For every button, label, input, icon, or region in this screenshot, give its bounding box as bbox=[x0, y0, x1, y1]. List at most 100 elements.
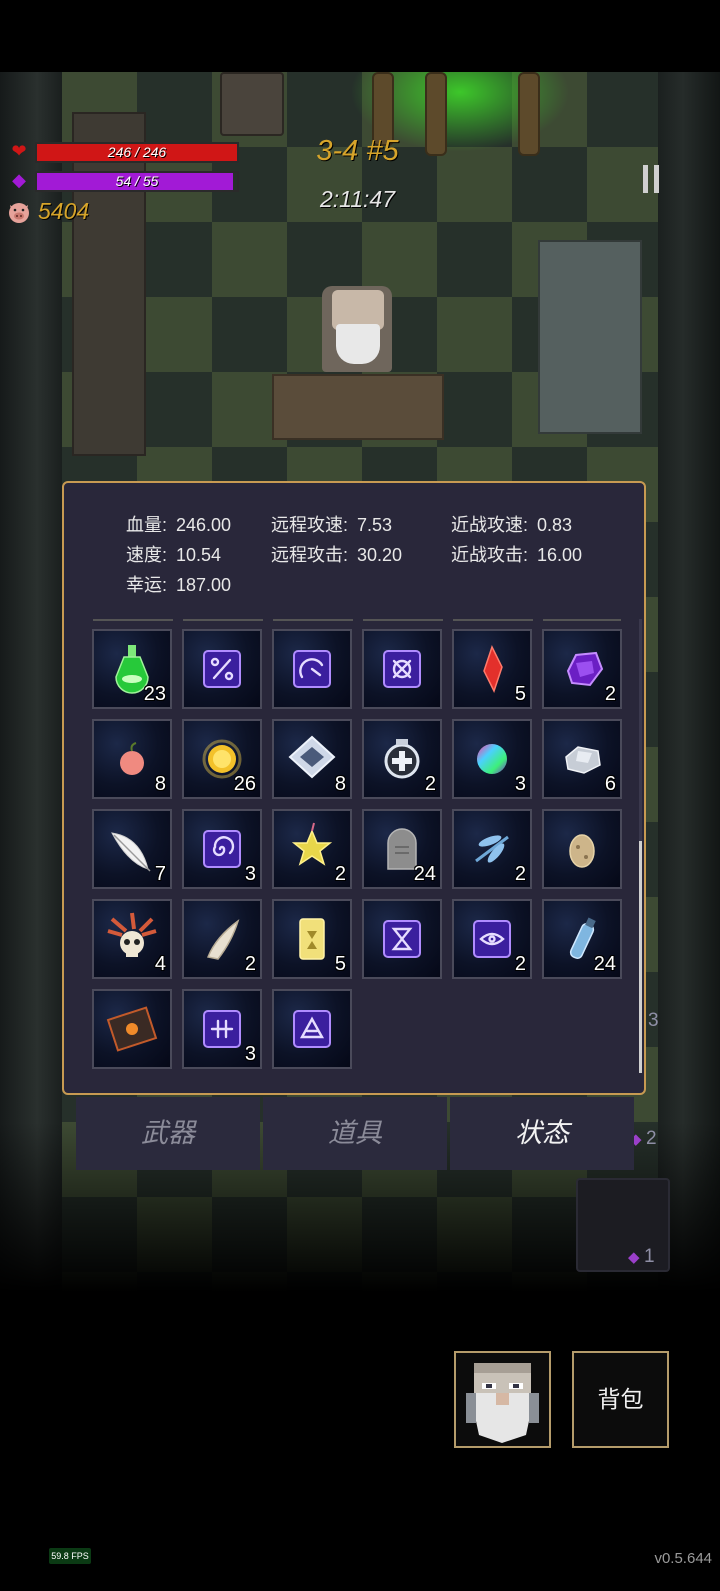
spellbook-icon bbox=[106, 1006, 158, 1052]
stat-melee-speed: 近战攻速: 0.83 bbox=[451, 511, 572, 537]
item-count: 8 bbox=[334, 773, 346, 795]
inventory-slot[interactable]: 2 bbox=[182, 899, 262, 979]
tab-items[interactable]: 道具 bbox=[263, 1097, 447, 1170]
side-count-c-wrap: ◆ 1 bbox=[628, 1246, 655, 1268]
stat-label: 近战攻速: bbox=[451, 515, 529, 535]
stat-label: 远程攻速: bbox=[271, 515, 349, 535]
item-count: 2 bbox=[244, 953, 256, 975]
inventory-scrollbar-thumb[interactable] bbox=[639, 841, 642, 1073]
pause-icon bbox=[643, 165, 648, 193]
inventory-slot[interactable]: 4 bbox=[92, 899, 172, 979]
inventory-slot[interactable] bbox=[92, 989, 172, 1069]
inventory-slot[interactable] bbox=[542, 809, 622, 889]
inventory-slot[interactable] bbox=[362, 899, 442, 979]
stat-label: 远程攻击: bbox=[271, 545, 349, 565]
inventory-slot[interactable]: 2 bbox=[452, 899, 532, 979]
run-timer: 2:11:47 bbox=[319, 186, 396, 212]
inventory-slot[interactable]: 3 bbox=[182, 809, 262, 889]
rune-cross-circle-icon bbox=[383, 650, 421, 688]
inventory-slot[interactable]: 3 bbox=[182, 989, 262, 1069]
inventory-slot[interactable] bbox=[362, 629, 442, 709]
item-count: 3 bbox=[244, 863, 256, 885]
old-man-portrait-icon bbox=[466, 1363, 539, 1443]
inventory-slot[interactable]: 26 bbox=[182, 719, 262, 799]
character-portrait-button[interactable] bbox=[454, 1351, 551, 1448]
inventory-slot[interactable]: 24 bbox=[542, 899, 622, 979]
inventory-slot[interactable]: 2 bbox=[452, 809, 532, 889]
inventory-slot[interactable]: 7 bbox=[92, 809, 172, 889]
inventory-slot[interactable]: 2 bbox=[362, 719, 442, 799]
backpack-button[interactable]: 背包 bbox=[572, 1351, 669, 1448]
gem-icon: ◆ bbox=[628, 1249, 640, 1266]
rune-percent-icon bbox=[203, 650, 241, 688]
fps-counter: 59.8 FPS bbox=[49, 1548, 91, 1564]
mp-bar: 54 / 55 bbox=[35, 171, 239, 192]
pause-button[interactable] bbox=[640, 165, 664, 195]
right-wall bbox=[658, 72, 720, 1292]
side-count-a: 3 bbox=[648, 1010, 659, 1031]
pipe-right bbox=[518, 72, 540, 156]
item-count: 24 bbox=[413, 863, 436, 885]
version-label: v0.5.644 bbox=[654, 1550, 712, 1567]
item-count: 5 bbox=[334, 953, 346, 975]
inventory-slot[interactable] bbox=[272, 629, 352, 709]
inventory-slot[interactable]: 5 bbox=[452, 629, 532, 709]
pause-icon-bar bbox=[654, 165, 659, 193]
item-count: 7 bbox=[154, 863, 166, 885]
hp-bar: 246 / 246 bbox=[35, 142, 239, 163]
side-item-slot[interactable] bbox=[576, 1178, 670, 1272]
merchant-table bbox=[272, 374, 444, 440]
stat-value: 30.20 bbox=[357, 545, 403, 565]
inventory-slot[interactable]: 24 bbox=[362, 809, 442, 889]
hp-text: 246 / 246 bbox=[107, 144, 167, 160]
inventory-slot[interactable] bbox=[182, 629, 262, 709]
stat-label: 幸运: bbox=[126, 575, 168, 595]
inventory-slot[interactable]: 8 bbox=[272, 719, 352, 799]
item-count: 2 bbox=[334, 863, 346, 885]
stat-ranged-speed: 远程攻速: 7.53 bbox=[271, 511, 392, 537]
inventory-slot[interactable]: 6 bbox=[542, 719, 622, 799]
inventory-slot[interactable]: 23 bbox=[92, 629, 172, 709]
item-count: 5 bbox=[514, 683, 526, 705]
item-count: 23 bbox=[143, 683, 166, 705]
stat-melee-attack: 近战攻击: 16.00 bbox=[451, 541, 582, 567]
item-count: 3 bbox=[514, 773, 526, 795]
stat-luck: 幸运: 187.00 bbox=[126, 571, 231, 597]
pig-icon bbox=[6, 200, 32, 223]
item-count: 6 bbox=[604, 773, 616, 795]
tab-weapons[interactable]: 武器 bbox=[76, 1097, 260, 1170]
side-count-c: 1 bbox=[644, 1246, 655, 1267]
heart-icon: ❤ bbox=[11, 141, 27, 161]
item-count: 2 bbox=[424, 773, 436, 795]
inventory-slot[interactable]: 8 bbox=[92, 719, 172, 799]
stat-ranged-attack: 远程攻击: 30.20 bbox=[271, 541, 402, 567]
stat-label: 近战攻击: bbox=[451, 545, 529, 565]
egg-icon bbox=[569, 834, 595, 868]
item-count: 2 bbox=[604, 683, 616, 705]
item-count: 8 bbox=[154, 773, 166, 795]
inventory-slot[interactable]: 2 bbox=[542, 629, 622, 709]
stat-hp: 血量: 246.00 bbox=[126, 511, 231, 537]
stat-value: 7.53 bbox=[357, 515, 393, 535]
rune-triangle-icon bbox=[293, 1010, 331, 1048]
cage-prop bbox=[220, 72, 284, 136]
inventory-slot[interactable]: 5 bbox=[272, 899, 352, 979]
stat-value: 187.00 bbox=[176, 575, 232, 595]
mana-gem-icon: ◆ bbox=[12, 170, 26, 190]
inventory-slot[interactable]: 3 bbox=[452, 719, 532, 799]
item-count: 24 bbox=[593, 953, 616, 975]
item-count: 2 bbox=[514, 863, 526, 885]
stats-divider bbox=[93, 619, 621, 621]
gold-count: 5404 bbox=[38, 198, 90, 224]
merchant-npc-beard bbox=[336, 324, 380, 364]
stage-label: 3-4 #5 bbox=[316, 135, 399, 167]
stat-speed: 速度: 10.54 bbox=[126, 541, 221, 567]
item-count: 4 bbox=[154, 953, 166, 975]
inventory-slot[interactable] bbox=[272, 989, 352, 1069]
item-count: 26 bbox=[233, 773, 256, 795]
stat-value: 0.83 bbox=[537, 515, 573, 535]
rune-arc-icon bbox=[293, 650, 331, 688]
tab-status[interactable]: 状态 bbox=[450, 1097, 634, 1170]
left-wall bbox=[0, 72, 62, 1292]
inventory-slot[interactable]: 2 bbox=[272, 809, 352, 889]
